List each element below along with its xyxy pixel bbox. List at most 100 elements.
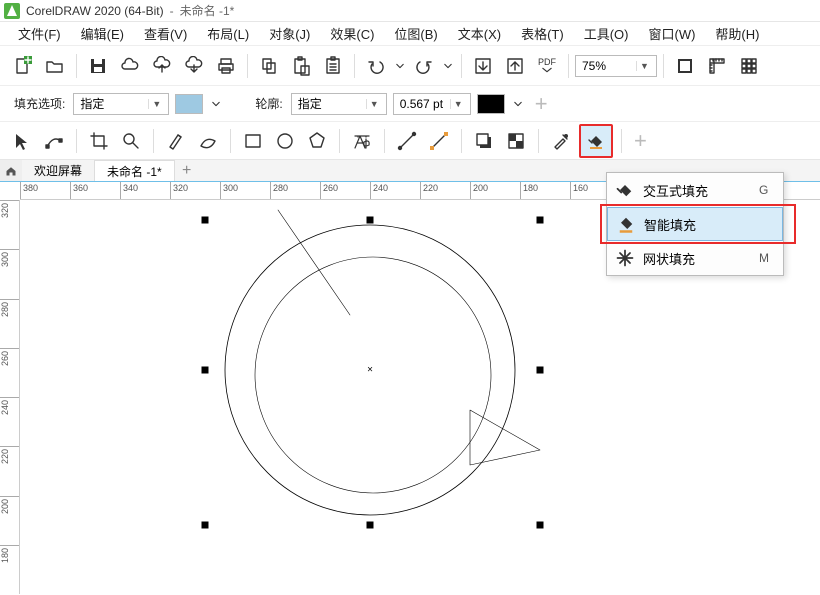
flyout-smart-fill[interactable]: 智能填充 <box>607 207 783 241</box>
separator <box>339 129 340 153</box>
fullscreen-button[interactable] <box>670 51 700 81</box>
chevron-down-icon[interactable]: ▼ <box>636 61 652 71</box>
redo-dropdown[interactable] <box>441 51 455 81</box>
toolbox-bar: + <box>0 122 820 160</box>
outline-mode-input[interactable] <box>292 94 366 114</box>
tab-welcome[interactable]: 欢迎屏幕 <box>22 160 95 181</box>
interactive-fill-icon <box>615 180 635 200</box>
flyout-item-label: 网状填充 <box>643 249 751 268</box>
menu-help[interactable]: 帮助(H) <box>715 24 759 43</box>
zoom-input[interactable] <box>576 56 636 76</box>
rulers-button[interactable] <box>702 51 732 81</box>
save-button[interactable] <box>83 51 113 81</box>
add-icon[interactable]: + <box>531 91 552 117</box>
copy-button[interactable] <box>254 51 284 81</box>
selection-handle[interactable] <box>537 217 544 224</box>
separator <box>663 54 664 78</box>
ellipse-tool[interactable] <box>271 127 299 155</box>
menu-edit[interactable]: 编辑(E) <box>81 24 124 43</box>
dimension-tool[interactable] <box>393 127 421 155</box>
open-button[interactable] <box>40 51 70 81</box>
ruler-tick: 340 <box>123 183 138 193</box>
publish-pdf-button[interactable]: PDF <box>532 51 562 81</box>
transparency-tool[interactable] <box>502 127 530 155</box>
cloud-button[interactable] <box>115 51 145 81</box>
chevron-down-icon[interactable]: ▼ <box>450 99 466 109</box>
clipboard-button[interactable] <box>318 51 348 81</box>
chevron-down-icon[interactable]: ▼ <box>366 99 382 109</box>
menu-view[interactable]: 查看(V) <box>144 24 187 43</box>
title-separator: - <box>170 4 174 18</box>
artistic-media-tool[interactable] <box>194 127 222 155</box>
smart-fill-tool[interactable] <box>579 124 613 158</box>
menu-text[interactable]: 文本(X) <box>458 24 501 43</box>
tab-document[interactable]: 未命名 -1* <box>95 160 175 181</box>
pick-tool[interactable] <box>8 127 36 155</box>
ruler-tick: 280 <box>0 302 18 317</box>
paste-button[interactable] <box>286 51 316 81</box>
selection-handle[interactable] <box>367 217 374 224</box>
print-button[interactable] <box>211 51 241 81</box>
flyout-item-shortcut: G <box>759 183 775 197</box>
selection-handle[interactable] <box>202 522 209 529</box>
vertical-ruler[interactable]: 320 300 280 260 240 220 200 180 <box>0 200 20 594</box>
menu-window[interactable]: 窗口(W) <box>648 24 695 43</box>
crop-tool[interactable] <box>85 127 113 155</box>
import-button[interactable] <box>468 51 498 81</box>
outline-width-input[interactable] <box>394 94 450 114</box>
outline-color-swatch[interactable] <box>477 94 505 114</box>
menu-bitmap[interactable]: 位图(B) <box>394 24 437 43</box>
selection-handle[interactable] <box>537 367 544 374</box>
zoom-tool[interactable] <box>117 127 145 155</box>
outline-color-dropdown[interactable] <box>511 89 525 119</box>
selection-handle[interactable] <box>202 367 209 374</box>
shape-tool[interactable] <box>40 127 68 155</box>
freehand-tool[interactable] <box>162 127 190 155</box>
flyout-item-shortcut: M <box>759 251 775 265</box>
new-button[interactable] <box>8 51 38 81</box>
outline-width-combo[interactable]: ▼ <box>393 93 471 115</box>
grid-button[interactable] <box>734 51 764 81</box>
tab-label: 未命名 -1* <box>107 163 162 180</box>
selection-handle[interactable] <box>202 217 209 224</box>
separator <box>153 129 154 153</box>
redo-button[interactable] <box>409 51 439 81</box>
drop-shadow-tool[interactable] <box>470 127 498 155</box>
cloud-down-button[interactable] <box>179 51 209 81</box>
cloud-up-button[interactable] <box>147 51 177 81</box>
text-tool[interactable] <box>348 127 376 155</box>
connector-tool[interactable] <box>425 127 453 155</box>
zoom-combo[interactable]: ▼ <box>575 55 657 77</box>
flyout-interactive-fill[interactable]: 交互式填充 G <box>607 173 783 207</box>
menu-file[interactable]: 文件(F) <box>18 24 61 43</box>
menu-bar: 文件(F) 编辑(E) 查看(V) 布局(L) 对象(J) 效果(C) 位图(B… <box>0 22 820 46</box>
flyout-mesh-fill[interactable]: 网状填充 M <box>607 241 783 275</box>
smart-fill-icon <box>616 214 636 234</box>
menu-effect[interactable]: 效果(C) <box>330 24 374 43</box>
menu-object[interactable]: 对象(J) <box>269 24 310 43</box>
menu-table[interactable]: 表格(T) <box>521 24 564 43</box>
selection-handle[interactable] <box>537 522 544 529</box>
rectangle-tool[interactable] <box>239 127 267 155</box>
ruler-tick: 220 <box>0 449 18 464</box>
separator <box>461 129 462 153</box>
undo-dropdown[interactable] <box>393 51 407 81</box>
fill-mode-combo[interactable]: ▼ <box>73 93 169 115</box>
export-button[interactable] <box>500 51 530 81</box>
new-tab-button[interactable]: + <box>175 160 199 181</box>
chevron-down-icon[interactable]: ▼ <box>148 99 164 109</box>
eyedropper-tool[interactable] <box>547 127 575 155</box>
fill-color-swatch[interactable] <box>175 94 203 114</box>
menu-tools[interactable]: 工具(O) <box>584 24 629 43</box>
selection-handle[interactable] <box>367 522 374 529</box>
undo-button[interactable] <box>361 51 391 81</box>
home-tab[interactable] <box>0 160 22 181</box>
polygon-tool[interactable] <box>303 127 331 155</box>
fill-mode-input[interactable] <box>74 94 148 114</box>
ruler-tick: 220 <box>423 183 438 193</box>
outline-mode-combo[interactable]: ▼ <box>291 93 387 115</box>
ruler-tick: 160 <box>573 183 588 193</box>
toolbox-add-icon[interactable]: + <box>630 128 651 154</box>
menu-layout[interactable]: 布局(L) <box>207 24 249 43</box>
fill-color-dropdown[interactable] <box>209 89 223 119</box>
